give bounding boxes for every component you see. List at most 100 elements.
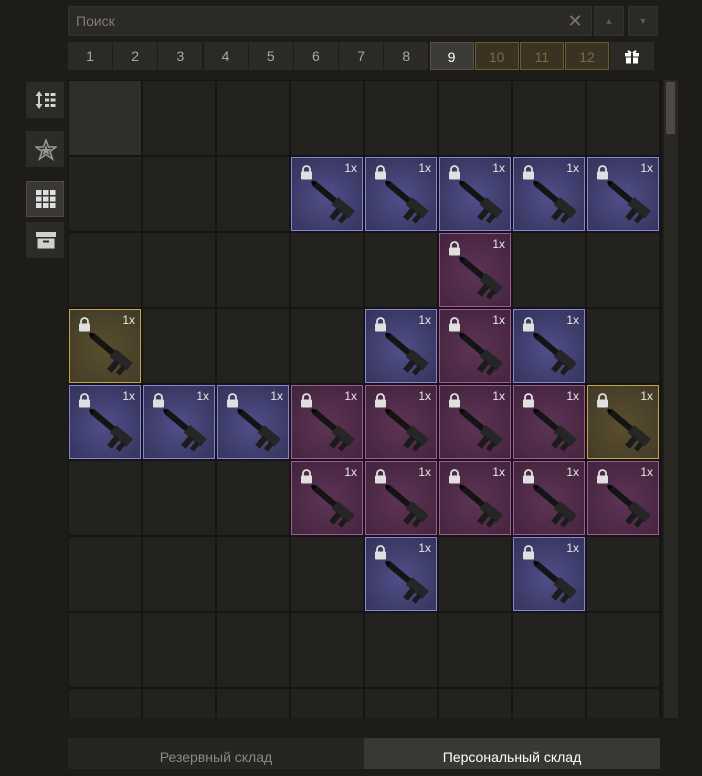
grid-cell[interactable] bbox=[291, 689, 363, 718]
grid-cell[interactable] bbox=[69, 233, 141, 307]
inventory-item[interactable]: 1x bbox=[365, 537, 437, 611]
grid-cell[interactable] bbox=[143, 689, 215, 718]
tab-reserve-storage[interactable]: Резервный склад bbox=[68, 738, 364, 769]
inventory-item[interactable]: 1x bbox=[513, 157, 585, 231]
scrollbar[interactable] bbox=[664, 80, 678, 718]
page-tab-7[interactable]: 7 bbox=[339, 42, 384, 70]
page-tab-12[interactable]: 12 bbox=[565, 42, 610, 70]
grid-cell[interactable] bbox=[439, 81, 511, 155]
grid-cell[interactable] bbox=[217, 689, 289, 718]
inventory-item[interactable]: 1x bbox=[69, 385, 141, 459]
grid-cell[interactable] bbox=[69, 689, 141, 718]
page-tab-6[interactable]: 6 bbox=[293, 42, 338, 70]
page-tab-9[interactable]: 9 bbox=[429, 42, 474, 70]
grid-cell[interactable] bbox=[439, 537, 511, 611]
grid-cell[interactable] bbox=[69, 613, 141, 687]
inventory-item[interactable]: 1x bbox=[513, 537, 585, 611]
grid-cell[interactable] bbox=[69, 81, 141, 155]
grid-cell[interactable] bbox=[143, 537, 215, 611]
grid-cell[interactable] bbox=[587, 689, 659, 718]
grid-cell[interactable] bbox=[587, 233, 659, 307]
arrow-up-icon[interactable]: ▲ bbox=[594, 6, 624, 36]
grid-cell[interactable] bbox=[291, 81, 363, 155]
page-tab-4[interactable]: 4 bbox=[203, 42, 248, 70]
arrow-down-icon[interactable]: ▼ bbox=[628, 6, 658, 36]
inventory-item[interactable]: 1x bbox=[365, 385, 437, 459]
grid-cell[interactable] bbox=[69, 157, 141, 231]
inventory-item[interactable]: 1x bbox=[291, 157, 363, 231]
grid-cell[interactable] bbox=[291, 537, 363, 611]
gift-tab[interactable] bbox=[610, 42, 655, 70]
page-tab-11[interactable]: 11 bbox=[519, 42, 564, 70]
lock-icon bbox=[596, 469, 609, 489]
close-icon[interactable]: ✕ bbox=[565, 11, 585, 31]
page-tab-5[interactable]: 5 bbox=[248, 42, 293, 70]
inventory-item[interactable]: 1x bbox=[439, 461, 511, 535]
grid-cell[interactable] bbox=[217, 537, 289, 611]
grid-cell[interactable] bbox=[365, 689, 437, 718]
inventory-item[interactable]: 1x bbox=[439, 157, 511, 231]
inventory-item[interactable]: 1x bbox=[513, 309, 585, 383]
inventory-item[interactable]: 1x bbox=[587, 385, 659, 459]
inventory-item[interactable]: 1x bbox=[587, 461, 659, 535]
inventory-item[interactable]: 1x bbox=[439, 385, 511, 459]
grid-cell[interactable] bbox=[69, 537, 141, 611]
grid-cell[interactable] bbox=[291, 233, 363, 307]
inventory-item[interactable]: 1x bbox=[439, 309, 511, 383]
grid-cell[interactable] bbox=[143, 613, 215, 687]
grid-cell[interactable] bbox=[439, 689, 511, 718]
inventory-item[interactable]: 1x bbox=[439, 233, 511, 307]
grid-cell[interactable] bbox=[365, 233, 437, 307]
grid-cell[interactable] bbox=[143, 81, 215, 155]
page-tab-2[interactable]: 2 bbox=[113, 42, 158, 70]
grid-cell[interactable] bbox=[291, 613, 363, 687]
inventory-item[interactable]: 1x bbox=[291, 385, 363, 459]
inventory-item[interactable]: 1x bbox=[365, 309, 437, 383]
inventory-item[interactable]: 1x bbox=[291, 461, 363, 535]
inventory-item[interactable]: 1x bbox=[217, 385, 289, 459]
grid-cell[interactable] bbox=[69, 461, 141, 535]
page-tab-1[interactable]: 1 bbox=[68, 42, 112, 70]
favorites-tool[interactable] bbox=[26, 131, 64, 167]
inventory-item[interactable]: 1x bbox=[365, 461, 437, 535]
grid-cell[interactable] bbox=[513, 81, 585, 155]
inventory-item[interactable]: 1x bbox=[513, 461, 585, 535]
page-tab-10[interactable]: 10 bbox=[474, 42, 519, 70]
tab-personal-storage[interactable]: Персональный склад bbox=[364, 738, 660, 769]
inventory-item[interactable]: 1x bbox=[143, 385, 215, 459]
grid-cell[interactable] bbox=[217, 461, 289, 535]
inventory-item[interactable]: 1x bbox=[587, 157, 659, 231]
page-tab-8[interactable]: 8 bbox=[384, 42, 429, 70]
grid-cell[interactable] bbox=[513, 613, 585, 687]
grid-cell[interactable] bbox=[143, 461, 215, 535]
grid-cell[interactable] bbox=[587, 613, 659, 687]
grid-cell[interactable] bbox=[365, 613, 437, 687]
grid-cell[interactable] bbox=[143, 157, 215, 231]
grid-cell[interactable] bbox=[587, 81, 659, 155]
grid-cell[interactable] bbox=[291, 309, 363, 383]
grid-cell[interactable] bbox=[587, 537, 659, 611]
grid-view-tool[interactable] bbox=[26, 181, 64, 217]
inventory-item[interactable]: 1x bbox=[513, 385, 585, 459]
grid-cell[interactable] bbox=[217, 613, 289, 687]
scrollbar-thumb[interactable] bbox=[666, 82, 675, 134]
page-tab-3[interactable]: 3 bbox=[158, 42, 203, 70]
sort-tool[interactable] bbox=[26, 82, 64, 118]
grid-cell[interactable] bbox=[439, 613, 511, 687]
grid-cell[interactable] bbox=[217, 309, 289, 383]
grid-cell[interactable] bbox=[143, 309, 215, 383]
grid-cell[interactable] bbox=[513, 689, 585, 718]
grid-cell[interactable] bbox=[217, 233, 289, 307]
grid-cell[interactable] bbox=[143, 233, 215, 307]
grid-cell[interactable] bbox=[217, 157, 289, 231]
inventory-item[interactable]: 1x bbox=[69, 309, 141, 383]
grid-cell[interactable] bbox=[587, 309, 659, 383]
inventory-item[interactable]: 1x bbox=[365, 157, 437, 231]
search-input[interactable] bbox=[69, 7, 559, 35]
grid-cell[interactable] bbox=[365, 81, 437, 155]
storage-tool[interactable] bbox=[26, 222, 64, 258]
grid-cell[interactable] bbox=[217, 81, 289, 155]
item-quantity: 1x bbox=[566, 465, 579, 479]
lock-icon bbox=[596, 393, 609, 413]
grid-cell[interactable] bbox=[513, 233, 585, 307]
